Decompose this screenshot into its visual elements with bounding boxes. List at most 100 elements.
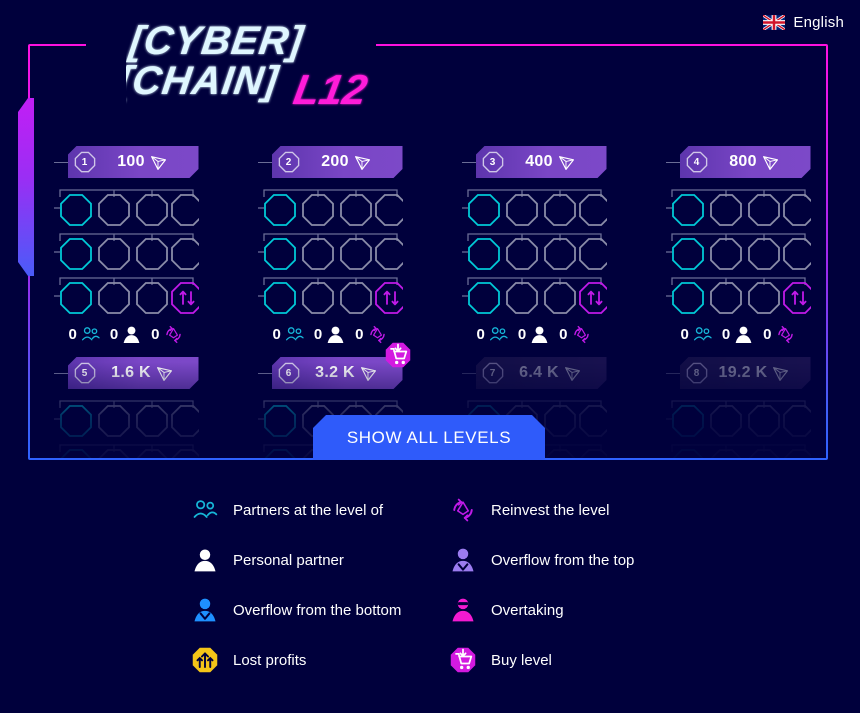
level-number: 2 — [285, 156, 292, 168]
level-card-header[interactable]: 2 200 — [272, 146, 403, 178]
level-number-badge: 4 — [686, 151, 708, 173]
level-card-2[interactable]: 2 200 0 0 0 — [257, 146, 403, 345]
level-price: 6.4 K — [504, 364, 597, 382]
level-number: 7 — [489, 367, 496, 379]
tron-icon — [762, 154, 779, 171]
tron-icon — [558, 154, 575, 171]
level-number-badge: 6 — [278, 362, 300, 384]
tree-row — [461, 186, 607, 230]
level-card-header[interactable]: 3 400 — [476, 146, 607, 178]
level-stats: 0 0 0 — [54, 324, 199, 345]
uk-flag-icon — [763, 15, 786, 30]
legend-item: Reinvest the level — [449, 496, 689, 524]
level-stat-value: 0 — [559, 326, 568, 343]
buy-level-cart-icon[interactable] — [384, 341, 412, 369]
level-number: 8 — [693, 367, 700, 379]
level-stats: 0 0 0 — [462, 324, 607, 345]
tree-row-graphic — [670, 444, 811, 458]
level-card-3[interactable]: 3 400 0 0 0 — [461, 146, 607, 345]
level-price: 1.6 K — [96, 364, 189, 382]
level-card-1[interactable]: 1 100 0 0 0 — [53, 146, 199, 345]
level-card-4[interactable]: 4 800 0 0 0 — [665, 146, 811, 345]
level-price-value: 6.4 K — [519, 364, 559, 381]
connector-stub — [665, 373, 682, 374]
personal-partner-icon — [121, 324, 142, 345]
tree-row-graphic — [53, 189, 199, 226]
level-number-badge: 2 — [278, 151, 300, 173]
level-tree — [665, 186, 811, 318]
levels-row-1: 1 100 0 0 0 2 200 0 0 0 3 400 0 0 0 4 800 0 0 0 — [30, 146, 826, 345]
level-price: 3.2 K — [300, 364, 393, 382]
level-stat: 0 — [763, 324, 795, 345]
tron-icon — [150, 154, 167, 171]
level-number-badge: 7 — [482, 362, 504, 384]
personal-partner-icon — [325, 324, 346, 345]
personal-partner-icon — [191, 546, 219, 574]
tree-row-graphic — [461, 233, 607, 270]
level-stat-value: 0 — [272, 326, 281, 343]
level-card-5[interactable]: 5 1.6 K — [53, 357, 199, 458]
tree-row-graphic — [257, 233, 403, 270]
level-card-header[interactable]: 5 1.6 K — [68, 357, 199, 389]
connector-stub — [53, 162, 70, 163]
level-number-badge: 8 — [686, 362, 708, 384]
level-stat: 0 — [151, 324, 183, 345]
tree-row-graphic — [665, 233, 811, 270]
level-stat: 0 — [314, 324, 346, 345]
tree-row-graphic — [53, 277, 199, 314]
level-stat: 0 — [680, 324, 712, 345]
logo-text-line2: [CHAIN] — [126, 58, 282, 103]
tree-row-graphic — [665, 400, 811, 437]
legend-label: Overflow from the bottom — [233, 601, 402, 619]
level-tree — [665, 397, 811, 458]
buy-level-button[interactable] — [383, 340, 413, 370]
legend-label: Reinvest the level — [491, 501, 610, 519]
legend-item: Lost profits — [191, 646, 431, 674]
level-number: 6 — [285, 367, 292, 379]
level-number: 3 — [489, 156, 496, 168]
tree-row-graphic — [257, 277, 403, 314]
partners-group-icon — [191, 496, 219, 524]
side-tab-handle[interactable] — [18, 98, 34, 276]
level-stat: 0 — [722, 324, 754, 345]
tree-row — [665, 274, 811, 318]
level-stats: 0 0 0 — [258, 324, 403, 345]
level-stat: 0 — [68, 324, 100, 345]
level-stat: 0 — [559, 324, 591, 345]
level-number-badge: 5 — [74, 362, 96, 384]
level-price-value: 100 — [117, 153, 145, 170]
buy-level-cart-icon — [449, 646, 477, 674]
legend-label: Overtaking — [491, 601, 564, 619]
tree-row — [665, 230, 811, 274]
level-card-header[interactable]: 4 800 — [680, 146, 811, 178]
level-price-value: 200 — [321, 153, 349, 170]
level-stat-value: 0 — [476, 326, 485, 343]
level-number: 5 — [81, 367, 88, 379]
connector-stub — [461, 162, 478, 163]
level-card-8[interactable]: 8 19.2 K — [665, 357, 811, 458]
level-stat-value: 0 — [151, 326, 160, 343]
level-price-value: 19.2 K — [718, 364, 768, 381]
level-stat-value: 0 — [517, 326, 527, 343]
tron-icon — [156, 365, 173, 382]
level-tree — [461, 186, 607, 318]
level-card-header[interactable]: 8 19.2 K — [680, 357, 811, 389]
overtaking-icon — [449, 596, 477, 624]
language-selector[interactable]: English — [763, 14, 844, 31]
overflow-top-icon — [449, 546, 477, 574]
level-price: 19.2 K — [708, 364, 801, 382]
level-number-badge: 3 — [482, 151, 504, 173]
level-price: 800 — [708, 153, 801, 171]
tree-row-graphic — [665, 189, 811, 226]
tree-row-graphic — [58, 444, 199, 458]
connector-stub — [53, 373, 70, 374]
legend-label: Overflow from the top — [491, 551, 635, 569]
level-card-header[interactable]: 1 100 — [68, 146, 199, 178]
level-card-header[interactable]: 7 6.4 K — [476, 357, 607, 389]
show-all-levels-button[interactable]: SHOW ALL LEVELS — [313, 415, 545, 460]
tree-row — [53, 230, 199, 274]
reinvest-icon — [571, 324, 592, 345]
level-stat-value: 0 — [68, 326, 77, 343]
level-price: 100 — [96, 153, 189, 171]
lost-profits-icon — [191, 646, 219, 674]
